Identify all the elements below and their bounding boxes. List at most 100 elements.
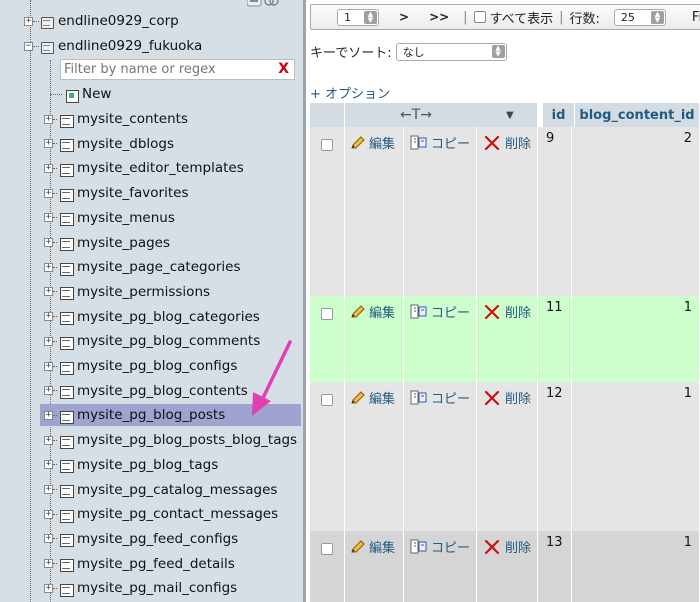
clear-filter-button[interactable]: X [278, 60, 289, 79]
cell-id[interactable]: 12 [546, 386, 563, 401]
expand-icon[interactable]: + [44, 336, 53, 346]
table-filter-input[interactable] [61, 60, 271, 79]
table-name[interactable]: mysite_pg_blog_comments [77, 333, 260, 349]
row-checkbox[interactable] [321, 139, 333, 151]
table-item[interactable]: + mysite_pg_blog_categories [44, 306, 260, 328]
delete-label[interactable]: 削除 [505, 133, 531, 152]
rows-select[interactable]: 25 ▲ ▼ [613, 8, 666, 26]
table-item[interactable]: + mysite_pg_catalog_messages [44, 479, 277, 501]
tree-db-fukuoka[interactable]: − endline0929_fukuoka [24, 35, 202, 57]
table-item[interactable]: + mysite_contents [44, 108, 188, 130]
expand-icon[interactable]: + [44, 386, 53, 396]
edit-button[interactable]: 編集 [350, 133, 395, 152]
table-name[interactable]: mysite_page_categories [77, 259, 241, 275]
table-row[interactable]: 編集 コピー 削除 12 1 [310, 382, 700, 531]
edit-label[interactable]: 編集 [369, 133, 395, 152]
table-item[interactable]: + mysite_pg_contact_messages [44, 503, 278, 525]
table-name[interactable]: mysite_permissions [77, 284, 210, 300]
new-table-label[interactable]: New [82, 86, 111, 102]
table-item[interactable]: + mysite_pg_blog_tags [44, 454, 218, 476]
table-name[interactable]: mysite_pg_mail_configs [77, 580, 237, 596]
expand-icon[interactable]: + [24, 16, 33, 26]
table-name[interactable]: mysite_pg_blog_categories [77, 309, 260, 325]
table-item[interactable]: + mysite_menus [44, 207, 175, 229]
table-item[interactable]: + mysite_pg_blog_posts_blog_tags [44, 429, 297, 451]
table-name[interactable]: mysite_pg_blog_posts_blog_tags [77, 432, 297, 448]
edit-label[interactable]: 編集 [369, 388, 395, 407]
page-select[interactable]: 1 ▲ ▼ [337, 8, 379, 26]
table-row[interactable]: 編集 コピー 削除 11 1 [310, 296, 700, 382]
copy-label[interactable]: コピー [431, 302, 470, 321]
column-header-id[interactable]: id [543, 103, 575, 127]
copy-button[interactable]: コピー [410, 133, 470, 152]
table-name[interactable]: mysite_pg_contact_messages [77, 506, 278, 522]
table-item[interactable]: + mysite_favorites [44, 182, 188, 204]
delete-label[interactable]: 削除 [505, 537, 531, 556]
table-row[interactable]: 編集 コピー 削除 13 1 [310, 531, 700, 602]
table-name[interactable]: mysite_pg_feed_configs [77, 531, 238, 547]
row-checkbox[interactable] [321, 394, 333, 406]
table-name[interactable]: mysite_dblogs [77, 136, 174, 152]
expand-icon[interactable]: + [44, 188, 53, 198]
copy-label[interactable]: コピー [431, 388, 470, 407]
expand-icon[interactable]: + [44, 410, 53, 420]
delete-button[interactable]: 削除 [484, 537, 531, 556]
table-item[interactable]: + mysite_pg_feed_configs [44, 528, 238, 550]
copy-button[interactable]: コピー [410, 537, 470, 556]
db-name[interactable]: endline0929_fukuoka [58, 38, 202, 54]
table-item[interactable]: + mysite_pg_blog_configs [44, 355, 237, 377]
delete-label[interactable]: 削除 [505, 302, 531, 321]
table-item[interactable]: + mysite_page_categories [44, 256, 241, 278]
table-name[interactable]: mysite_pg_blog_configs [77, 358, 237, 374]
table-item[interactable]: + mysite_pg_mail_configs [44, 577, 237, 599]
expand-icon[interactable]: + [44, 139, 53, 149]
table-item[interactable]: + mysite_pg_blog_posts [40, 404, 301, 427]
cell-blog-content-id[interactable]: 2 [684, 131, 692, 146]
expand-icon[interactable]: + [44, 583, 53, 593]
expand-icon[interactable]: + [44, 163, 53, 173]
cell-id[interactable]: 9 [546, 131, 554, 146]
table-item[interactable]: + mysite_pg_blog_contents [44, 380, 248, 402]
show-all-label[interactable]: すべて表示 [490, 8, 554, 27]
table-name[interactable]: mysite_pg_blog_tags [77, 457, 218, 473]
table-name[interactable]: mysite_pg_feed_details [77, 556, 235, 572]
table-item[interactable]: + mysite_permissions [44, 281, 210, 303]
table-item[interactable]: + mysite_pg_blog_comments [44, 330, 260, 352]
expand-icon[interactable]: + [44, 460, 53, 470]
expand-icon[interactable]: + [44, 534, 53, 544]
table-item[interactable]: + mysite_pg_feed_details [44, 553, 235, 575]
delete-button[interactable]: 削除 [484, 133, 531, 152]
row-checkbox[interactable] [321, 543, 333, 555]
db-name[interactable]: endline0929_corp [58, 13, 179, 29]
next-page-button[interactable]: > [399, 10, 409, 24]
sort-select[interactable]: なし ▲ ▼ [395, 42, 507, 61]
last-page-button[interactable]: >> [429, 10, 449, 24]
table-item[interactable]: + mysite_pages [44, 232, 170, 254]
link-icon[interactable] [247, 0, 281, 8]
column-arrows[interactable]: ←T→ [400, 107, 432, 123]
options-link[interactable]: + オプション [310, 83, 390, 102]
table-name[interactable]: mysite_favorites [77, 185, 188, 201]
table-name[interactable]: mysite_pages [77, 235, 170, 251]
edit-label[interactable]: 編集 [369, 537, 395, 556]
expand-icon[interactable]: + [44, 435, 53, 445]
cell-blog-content-id[interactable]: 1 [684, 386, 692, 401]
expand-icon[interactable]: + [44, 262, 53, 272]
expand-icon[interactable]: + [44, 213, 53, 223]
header-actions[interactable]: ←T→ ▼ [345, 103, 538, 127]
expand-icon[interactable]: + [44, 114, 53, 124]
row-checkbox[interactable] [321, 308, 333, 320]
copy-button[interactable]: コピー [410, 388, 470, 407]
column-header-blog-content-id[interactable]: blog_content_id [575, 103, 700, 127]
cell-id[interactable]: 11 [546, 300, 563, 315]
edit-button[interactable]: 編集 [350, 537, 395, 556]
table-name[interactable]: mysite_pg_blog_posts [77, 407, 225, 423]
expand-icon[interactable]: + [44, 559, 53, 569]
column-menu-icon[interactable]: ▼ [506, 110, 514, 121]
table-name[interactable]: mysite_pg_blog_contents [77, 383, 248, 399]
table-item[interactable]: + mysite_editor_templates [44, 157, 244, 179]
show-all-checkbox[interactable] [473, 11, 486, 23]
expand-icon[interactable]: + [44, 361, 53, 371]
table-name[interactable]: mysite_editor_templates [77, 160, 244, 176]
edit-button[interactable]: 編集 [350, 302, 395, 321]
